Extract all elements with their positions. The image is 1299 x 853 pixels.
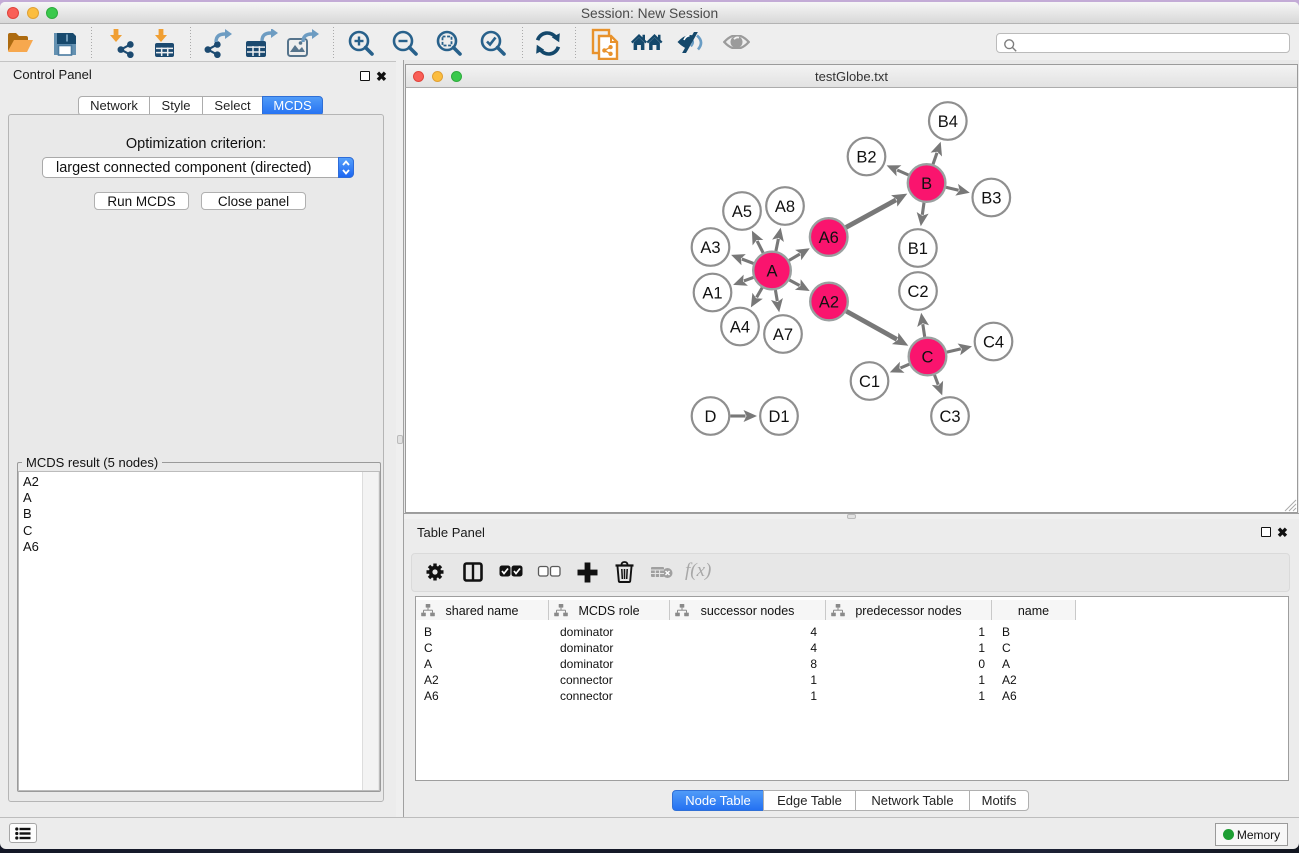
svg-text:A8: A8 <box>775 198 795 216</box>
svg-text:A2: A2 <box>819 294 839 312</box>
svg-text:B: B <box>921 175 932 193</box>
svg-text:A4: A4 <box>730 319 750 337</box>
svg-text:C1: C1 <box>859 373 880 391</box>
svg-text:C: C <box>922 349 934 367</box>
svg-text:B3: B3 <box>981 190 1001 208</box>
svg-text:D1: D1 <box>768 408 789 426</box>
svg-text:A: A <box>766 263 777 281</box>
svg-text:B1: B1 <box>908 240 928 258</box>
svg-text:D: D <box>705 408 717 426</box>
svg-text:C2: C2 <box>907 283 928 301</box>
svg-text:A1: A1 <box>702 285 722 303</box>
svg-text:B4: B4 <box>938 113 958 131</box>
svg-text:A3: A3 <box>700 239 720 257</box>
svg-text:A5: A5 <box>732 203 752 221</box>
svg-text:B2: B2 <box>856 149 876 167</box>
svg-text:C3: C3 <box>939 408 960 426</box>
svg-text:A6: A6 <box>819 229 839 247</box>
svg-text:A7: A7 <box>773 326 793 344</box>
svg-text:C4: C4 <box>983 334 1004 352</box>
